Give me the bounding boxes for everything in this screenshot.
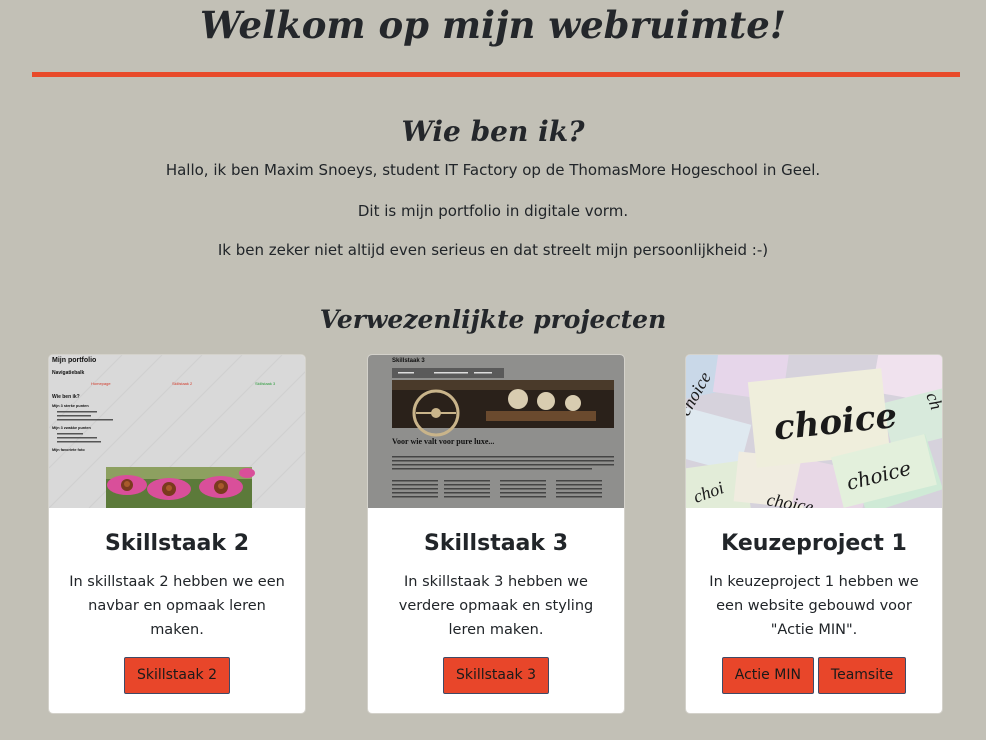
actie-min-button[interactable]: Actie MIN (721, 657, 814, 694)
project-thumbnail-skillstaak-2: Mijn portfolio Navigatiebalk Homepage Sk… (49, 355, 305, 508)
thumb-nav-link: Skillstaak 3 (255, 381, 276, 386)
card-description: In skillstaak 3 hebben we verdere opmaak… (398, 574, 594, 638)
about-text-line: Dit is mijn portfolio in digitale vorm. (357, 202, 629, 220)
card-button-row: Skillstaak 3 (368, 657, 624, 694)
card-button-row: Actie MIN Teamsite (686, 657, 942, 694)
about-text-line: Hallo, ik ben Maxim Snoeys, student IT F… (165, 161, 821, 179)
project-card-skillstaak-2: Mijn portfolio Navigatiebalk Homepage Sk… (48, 354, 306, 714)
thumb-nav-label: Navigatiebalk (52, 370, 84, 376)
page-title: Welkom op mijn webruimte! (199, 3, 787, 47)
card-title: Keuzeproject 1 (721, 531, 907, 556)
skillstaak-2-button[interactable]: Skillstaak 2 (123, 657, 231, 694)
thumb-page-title: Skillstaak 3 (392, 358, 425, 364)
card-description: In skillstaak 2 hebben we een navbar en … (69, 574, 285, 638)
skillstaak-3-button[interactable]: Skillstaak 3 (442, 657, 550, 694)
card-title: Skillstaak 3 (424, 531, 568, 556)
thumb-section-heading: Mijn favoriete foto (52, 448, 85, 452)
thumb-section-heading: Wie ben ik? (52, 394, 80, 400)
project-thumbnail-skillstaak-3: Skillstaak 3 Voor wie valt voor pure lux… (368, 355, 624, 508)
project-thumbnail-keuzeproject-1: choice choi ch choice choice choice (686, 355, 942, 508)
project-card-keuzeproject-1: choice choi ch choice choice choice Keuz… (685, 354, 943, 714)
header-divider (32, 72, 960, 77)
projects-heading: Verwezenlijkte projecten (319, 305, 667, 334)
about-heading: Wie ben ik? (401, 115, 585, 148)
about-text-line: Ik ben zeker niet altijd even serieus en… (217, 241, 769, 259)
thumb-page-title: Mijn portfolio (52, 357, 96, 364)
card-description: In keuzeproject 1 hebben we een website … (709, 574, 919, 638)
thumb-section-heading: Mijn 3 sterke punten (52, 404, 89, 408)
card-title: Skillstaak 2 (105, 531, 249, 556)
teamsite-button[interactable]: Teamsite (817, 657, 907, 694)
thumb-heading: Voor wie valt voor pure luxe... (392, 437, 494, 446)
thumb-section-heading: Mijn 3 zwakke punten (52, 426, 92, 430)
project-card-skillstaak-3: Skillstaak 3 Voor wie valt voor pure lux… (367, 354, 625, 714)
thumb-nav-link: Skillstaak 2 (172, 381, 193, 386)
card-button-row: Skillstaak 2 (49, 657, 305, 694)
thumb-nav-link: Homepage (91, 381, 111, 386)
